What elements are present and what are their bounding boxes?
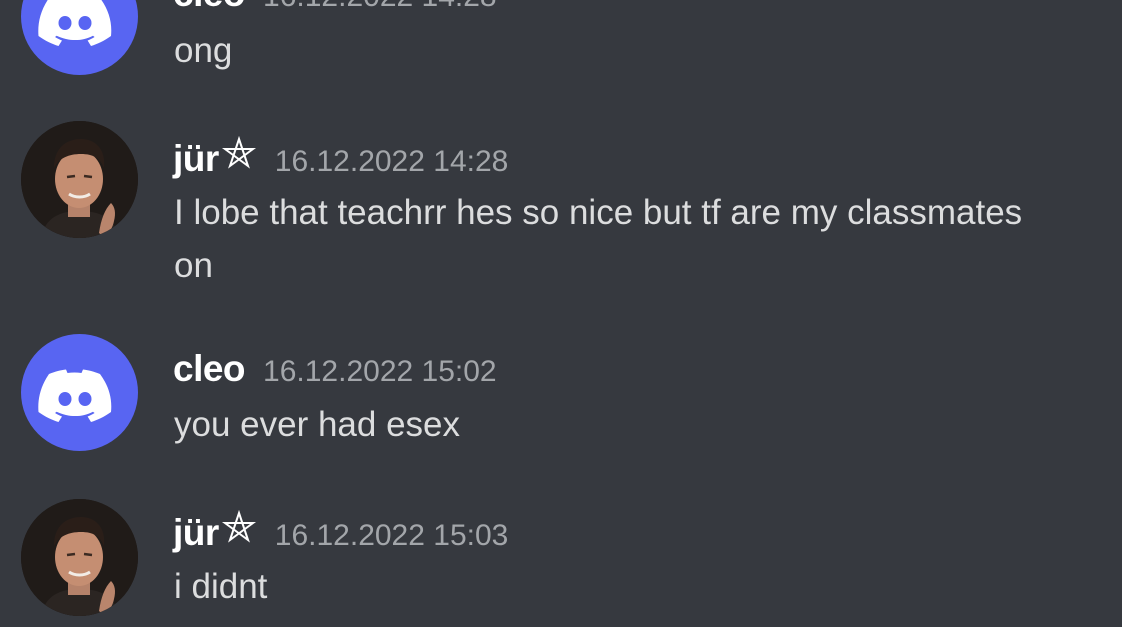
message-content: ong: [174, 24, 1109, 77]
discord-logo-icon: [38, 0, 112, 46]
message-content: i didnt: [174, 560, 1109, 613]
profile-photo-icon: [21, 499, 138, 616]
pentagram-icon: [221, 509, 257, 549]
timestamp: 16.12.2022 14:28: [274, 145, 509, 178]
message-text-line: you ever had esex: [174, 405, 461, 444]
timestamp: 16.12.2022 15:03: [274, 519, 509, 552]
user-avatar[interactable]: [21, 334, 138, 451]
chat-message-list: cleo 16.12.2022 14:28 ong jür 16.12.2022 1…: [0, 0, 1122, 627]
user-avatar[interactable]: [21, 0, 138, 75]
message-text-line: on: [174, 246, 213, 285]
username[interactable]: jür: [173, 512, 219, 553]
message-text-line: I lobe that teachrr hes so nice but tf a…: [174, 193, 1023, 232]
user-avatar[interactable]: [21, 499, 138, 616]
timestamp: 16.12.2022 15:02: [263, 355, 497, 388]
pentagram-icon: [221, 135, 257, 175]
timestamp: 16.12.2022 14:28: [263, 0, 497, 13]
username[interactable]: cleo: [173, 0, 246, 14]
profile-photo-icon: [21, 121, 138, 238]
user-avatar[interactable]: [21, 121, 138, 238]
discord-logo-icon: [38, 369, 112, 422]
message-text-line: ong: [174, 31, 233, 70]
message-text-line: i didnt: [174, 567, 268, 606]
message-content: I lobe that teachrr hes so nice but tf a…: [174, 186, 1109, 292]
username[interactable]: jür: [173, 138, 219, 179]
username[interactable]: cleo: [173, 348, 246, 389]
message-content: you ever had esex: [174, 398, 1109, 451]
